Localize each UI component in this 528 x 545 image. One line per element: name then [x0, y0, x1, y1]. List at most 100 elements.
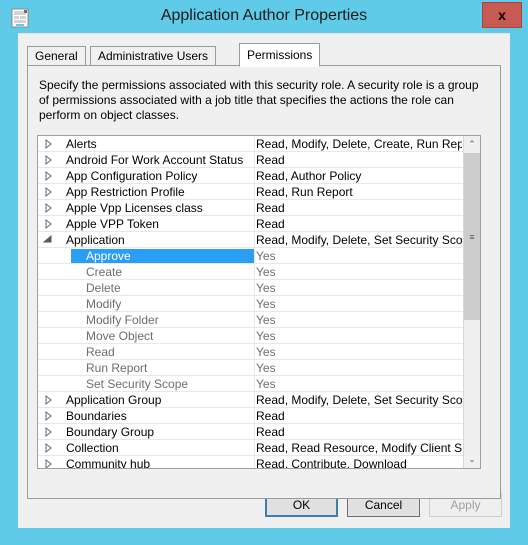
permission-name: Modify Folder: [86, 313, 159, 327]
column-separator: [254, 136, 255, 151]
column-separator: [254, 296, 255, 311]
column-separator: [254, 408, 255, 423]
window-title: Application Author Properties: [160, 7, 368, 24]
column-separator: [254, 232, 255, 247]
column-separator: [254, 152, 255, 167]
tab-administrative-users[interactable]: Administrative Users: [90, 46, 217, 66]
column-separator: [254, 360, 255, 375]
tab-general[interactable]: General: [27, 46, 86, 66]
permission-name: Move Object: [86, 329, 154, 343]
column-separator: [254, 184, 255, 199]
description-text: Specify the permissions associated with …: [39, 78, 479, 122]
expander-collapsed-icon[interactable]: [43, 427, 53, 437]
object-class-name: Boundary Group: [66, 425, 155, 439]
expander-collapsed-icon[interactable]: [43, 203, 53, 213]
permission-name: Create: [86, 265, 123, 279]
column-separator: [254, 248, 255, 263]
tab-permissions[interactable]: Permissions: [239, 43, 321, 67]
operations-list: Read, Read Resource, Modify Client Statu…: [256, 441, 462, 455]
object-class-name: App Restriction Profile: [66, 185, 185, 199]
permission-row[interactable]: Delete Yes: [38, 280, 464, 296]
expander-collapsed-icon[interactable]: [43, 395, 53, 405]
object-class-row[interactable]: Alerts Read, Modify, Delete, Create, Run …: [38, 136, 464, 152]
column-separator: [254, 344, 255, 359]
permission-row[interactable]: Modify Yes: [38, 296, 464, 312]
scroll-down-icon[interactable]: ⌄: [464, 451, 480, 468]
permission-granted-value: Yes: [256, 297, 276, 311]
tab-strip: General Administrative Users Permissions: [27, 43, 501, 67]
permission-row[interactable]: Modify Folder Yes: [38, 312, 464, 328]
permission-granted-value: Yes: [256, 345, 276, 359]
listview-vertical-scrollbar[interactable]: ⌃ ≡ ⌄: [463, 136, 480, 468]
object-class-name: Android For Work Account Status: [66, 153, 244, 167]
object-class-name: Community hub: [66, 457, 151, 469]
dialog-client-area: Specify the permissions associated with …: [18, 33, 510, 528]
permission-row[interactable]: Set Security Scope Yes: [38, 376, 464, 392]
permission-name: Approve: [71, 249, 254, 263]
object-class-row[interactable]: Apple VPP Token Read: [38, 216, 464, 232]
operations-list: Read, Author Policy: [256, 169, 362, 183]
expander-collapsed-icon[interactable]: [43, 459, 53, 469]
object-class-row[interactable]: Application Read, Modify, Delete, Set Sec…: [38, 232, 464, 248]
column-separator: [254, 376, 255, 391]
permission-granted-value: Yes: [256, 329, 276, 343]
object-class-row[interactable]: Boundaries Read: [38, 408, 464, 424]
object-class-name: App Configuration Policy: [66, 169, 198, 183]
expander-expanded-icon[interactable]: [43, 235, 53, 245]
expander-collapsed-icon[interactable]: [43, 443, 53, 453]
object-class-name: Alerts: [66, 137, 97, 151]
permissions-rows-container: Alerts Read, Modify, Delete, Create, Run …: [38, 136, 464, 469]
operations-list: Read, Modify, Delete, Create, Run Report…: [256, 137, 462, 151]
column-separator: [254, 312, 255, 327]
object-class-row[interactable]: App Configuration Policy Read, Author Pol…: [38, 168, 464, 184]
expander-collapsed-icon[interactable]: [43, 155, 53, 165]
permission-name: Set Security Scope: [86, 377, 189, 391]
column-separator: [254, 440, 255, 455]
object-class-row[interactable]: Community hub Read, Contribute, Download: [38, 456, 464, 469]
properties-dialog-window: Application Author Properties x Specify …: [0, 0, 528, 545]
column-separator: [254, 280, 255, 295]
operations-list: Read: [256, 217, 285, 231]
permission-name: Read: [86, 345, 115, 359]
permission-granted-value: Yes: [256, 377, 276, 391]
permissions-listview[interactable]: Alerts Read, Modify, Delete, Create, Run …: [37, 135, 481, 469]
expander-collapsed-icon[interactable]: [43, 139, 53, 149]
close-button[interactable]: x: [482, 2, 522, 28]
permission-name: Modify: [86, 297, 122, 311]
object-class-row[interactable]: Boundary Group Read: [38, 424, 464, 440]
expander-collapsed-icon[interactable]: [43, 411, 53, 421]
expander-collapsed-icon[interactable]: [43, 187, 53, 197]
column-separator: [254, 424, 255, 439]
permission-row[interactable]: Approve Yes: [38, 248, 464, 264]
scrollbar-thumb[interactable]: ≡: [464, 153, 480, 320]
object-class-name: Apple VPP Token: [66, 217, 159, 231]
operations-list: Read: [256, 409, 285, 423]
permission-row[interactable]: Read Yes: [38, 344, 464, 360]
object-class-row[interactable]: Application Group Read, Modify, Delete, S…: [38, 392, 464, 408]
permission-row[interactable]: Run Report Yes: [38, 360, 464, 376]
permission-granted-value: Yes: [256, 361, 276, 375]
permission-row[interactable]: Create Yes: [38, 264, 464, 280]
column-separator: [254, 264, 255, 279]
operations-list: Read: [256, 201, 285, 215]
permission-row[interactable]: Move Object Yes: [38, 328, 464, 344]
scrollbar-grip-icon: ≡: [469, 231, 475, 242]
scroll-up-icon[interactable]: ⌃: [464, 136, 480, 153]
column-separator: [254, 328, 255, 343]
permission-granted-value: Yes: [256, 265, 276, 279]
column-separator: [254, 456, 255, 468]
object-class-row[interactable]: Android For Work Account Status Read: [38, 152, 464, 168]
object-class-row[interactable]: App Restriction Profile Read, Run Report: [38, 184, 464, 200]
object-class-row[interactable]: Collection Read, Read Resource, Modify Cl…: [38, 440, 464, 456]
object-class-row[interactable]: Apple Vpp Licenses class Read: [38, 200, 464, 216]
column-separator: [254, 168, 255, 183]
operations-list: Read, Modify, Delete, Set Security Scope…: [256, 393, 462, 407]
operations-list: Read, Contribute, Download: [256, 457, 407, 469]
object-class-name: Boundaries: [66, 409, 127, 423]
expander-collapsed-icon[interactable]: [43, 219, 53, 229]
expander-collapsed-icon[interactable]: [43, 171, 53, 181]
permissions-tab-panel: Specify the permissions associated with …: [27, 65, 501, 499]
column-separator: [254, 392, 255, 407]
permission-name: Delete: [86, 281, 121, 295]
permission-granted-value: Yes: [256, 281, 276, 295]
